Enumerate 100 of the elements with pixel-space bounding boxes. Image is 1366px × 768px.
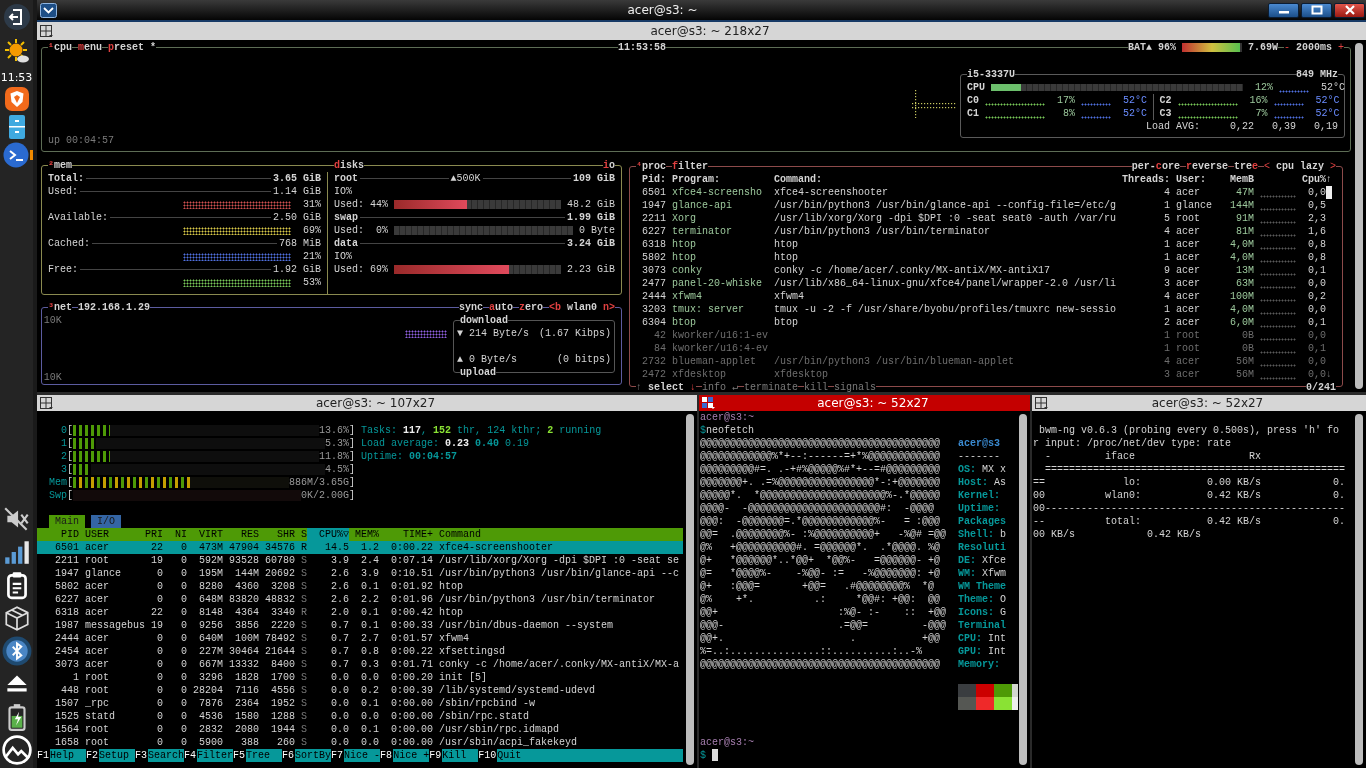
weather-icon[interactable] [2, 37, 31, 65]
panel-tab[interactable]: preset * [108, 41, 157, 54]
meter-reading: 13.6% [319, 424, 350, 437]
column-header[interactable]: RES [223, 528, 259, 541]
terminal-icon[interactable] [3, 142, 29, 168]
column-header[interactable]: PID [37, 528, 79, 541]
table-cell-text: 4364 [234, 606, 259, 619]
scrollbar-thumb[interactable] [686, 414, 694, 765]
interval-decrease-button[interactable]: - [1283, 41, 1290, 54]
previous-interface-button[interactable]: <b [548, 301, 561, 314]
bluetooth-icon[interactable] [1, 636, 32, 666]
table-cell-text: acer [85, 541, 110, 554]
exit-icon[interactable] [2, 3, 31, 31]
usage-percent: 44% [369, 198, 388, 211]
info-line: WM Theme [958, 580, 1007, 593]
table-cell-text: 0 [156, 658, 163, 671]
table-cell: /sbin/rpc.statd [439, 710, 529, 723]
column-header[interactable]: MEM% [349, 528, 379, 541]
table-cell-text: xfce4-screenshooter [774, 186, 890, 199]
table-cell-text: 0.7 [330, 632, 349, 645]
scroll-thumb[interactable] [1326, 186, 1333, 199]
table-cell-text: 0,0 [1307, 303, 1327, 316]
net-option-button[interactable]: sync [458, 301, 483, 314]
column-header[interactable]: TIME+ [379, 528, 433, 541]
layout-icon[interactable] [39, 396, 54, 410]
table-cell-text: 1952 [270, 697, 295, 710]
info-line: Resoluti [958, 541, 1007, 554]
prompt-symbol: $ [700, 749, 706, 762]
layout-icon[interactable] [39, 24, 54, 38]
sort-previous-button[interactable]: < [1263, 160, 1270, 173]
meter-reading: 886M/3.65G [289, 476, 350, 489]
table-cell-text: root [1176, 342, 1202, 355]
table-cell-text: 7116 [234, 684, 259, 697]
table-cell-text: 0:10.51 [390, 567, 433, 580]
usage-label: Used: [334, 198, 364, 211]
table-cell-text: /usr/lib/xorg/Xorg -dpi $DPI :0 -seat seat0 -auth /var/ru [774, 212, 1118, 225]
table-cell-text: 0 [180, 580, 187, 593]
ascii-art-line: @@@- .=@@= -@@@ [700, 619, 948, 632]
meter-label: 0 [60, 424, 67, 437]
maximize-button[interactable] [1301, 2, 1332, 18]
bracket-text: ] [349, 450, 356, 463]
table-cell-text: /usr/lib/x86_64-linux-gnu/xfce4/panel/wrapper-2.0 /usr/li [774, 277, 1118, 290]
info-line: Memory: [958, 658, 1001, 671]
table-cell-text: 2454 [54, 645, 79, 658]
table-cell-text: 6227 [641, 225, 666, 238]
table-cell-text: 4 [1163, 186, 1171, 199]
scroll-up-button[interactable]: ↑ [1326, 173, 1333, 186]
table-cell-text: acer [85, 606, 110, 619]
next-interface-button[interactable]: n> [603, 301, 615, 314]
column-header[interactable]: VIRT [187, 528, 223, 541]
table-cell-text: 6318 [54, 606, 79, 619]
table-cell-text: 0.0 [360, 736, 379, 749]
table-cell: /usr/bin/python3 /usr/bin/glance-api --c [439, 567, 680, 580]
scrollbar-thumb[interactable] [1019, 414, 1027, 765]
table-cell: R [301, 541, 307, 554]
option-toggle[interactable]: per-core [1131, 160, 1180, 173]
table-cell-text: 0 [180, 710, 187, 723]
table-cell: S [301, 554, 307, 567]
table-cell-text: 2 [1163, 316, 1171, 329]
table-cell-text: 3073 [641, 264, 666, 277]
scroll-down-button[interactable]: ↓ [1326, 368, 1333, 381]
minimize-button[interactable] [1268, 2, 1299, 18]
table-cell-text: 3296 [198, 671, 223, 684]
panel-tab[interactable]: ⁴proc [636, 160, 667, 173]
column-header[interactable]: PRI [145, 528, 163, 541]
table-cell-text: 260 [276, 736, 295, 749]
ascii-art-line: @+ :@@@= +@@= .#@@@@@@@@% *@ [700, 580, 936, 593]
table-cell-text: 0 [180, 697, 187, 710]
table-cell-text: 63M [1235, 277, 1255, 290]
window-menu-button[interactable] [40, 2, 57, 18]
layout-icon[interactable] [1034, 396, 1049, 410]
layout-icon[interactable] [701, 396, 716, 410]
table-cell-text: 0,5 [1307, 199, 1327, 212]
column-header[interactable]: S [301, 528, 307, 541]
sort-next-button[interactable]: > [1330, 160, 1336, 173]
column-header[interactable]: SHR [259, 528, 295, 541]
table-cell-text: btop [672, 316, 697, 329]
column-header[interactable]: NI [163, 528, 187, 541]
column-header[interactable]: USER [85, 528, 145, 541]
interval-increase-button[interactable]: + [1338, 41, 1344, 54]
panel-tab[interactable]: ¹cpu [48, 41, 73, 54]
memory-percent: 53% [302, 276, 321, 289]
column-header[interactable]: CPU%▽ [307, 528, 349, 541]
disk-used: 0 Byte [579, 224, 615, 237]
view-tab[interactable]: Main [49, 515, 85, 528]
ascii-art-line: @@@@@@@@@@@@@@@@@@@@@@@@@@@@@@@@@@@@@@@@ [700, 658, 942, 671]
load-value: 0,19 [1313, 120, 1338, 133]
table-cell-text: 0,1 [1307, 342, 1327, 355]
disk-name: root [334, 172, 358, 185]
shield-icon[interactable] [3, 86, 30, 112]
column-header[interactable]: Command [439, 528, 683, 541]
close-button[interactable] [1334, 2, 1365, 18]
scrollbar-thumb[interactable] [1355, 43, 1363, 389]
table-cell-text: 0 [156, 645, 163, 658]
mountain-logo-icon[interactable] [1, 735, 32, 765]
disk-speed: ▲500K [450, 172, 481, 185]
table-cell-text: 592M [198, 554, 223, 567]
table-cell-text: 0 [156, 593, 163, 606]
table-cell-text: 2.2 [360, 593, 379, 606]
scrollbar-thumb[interactable] [1355, 414, 1363, 765]
